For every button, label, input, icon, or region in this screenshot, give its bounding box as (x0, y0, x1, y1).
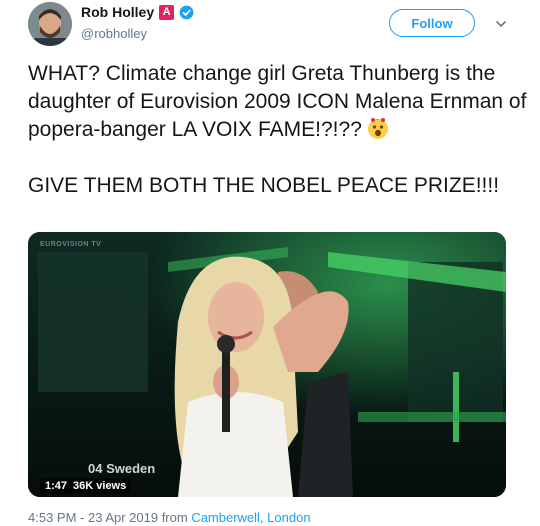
video-watermark: EUROVISION TV (40, 241, 102, 248)
verified-badge-icon (179, 5, 194, 19)
tweet-timestamp-line: 4:53 PM - 23 Apr 2019 from Camberwell, L… (28, 510, 311, 525)
tweet-location-link[interactable]: Camberwell, London (191, 510, 310, 525)
author-avatar[interactable] (28, 2, 72, 46)
avatar-image (28, 2, 72, 46)
red-a-badge-icon: A (159, 4, 175, 20)
video-frame (28, 232, 506, 497)
video-caption: 04 Sweden (88, 461, 156, 476)
video-duration: 1:47 (45, 480, 68, 492)
tweet-text-line-1: WHAT? Climate change girl Greta Thunberg… (28, 62, 527, 141)
video-views: 36K views (73, 480, 127, 492)
video-stats-pill: 1:47 36K views (40, 478, 132, 494)
follow-button[interactable]: Follow (389, 9, 475, 37)
chevron-down-icon[interactable] (495, 18, 507, 30)
astonished-face-emoji-icon (367, 118, 388, 139)
tweet-timestamp[interactable]: 4:53 PM - 23 Apr 2019 from (28, 510, 191, 525)
author-handle[interactable]: @robholley (81, 26, 147, 41)
author-name-row: Rob Holley A (81, 4, 194, 20)
tweet-text-line-2: GIVE THEM BOTH THE NOBEL PEACE PRIZE!!!! (28, 174, 500, 197)
video-player[interactable]: EUROVISION TV (28, 232, 506, 497)
author-display-name[interactable]: Rob Holley (81, 4, 154, 20)
tweet-text: WHAT? Climate change girl Greta Thunberg… (28, 60, 528, 200)
